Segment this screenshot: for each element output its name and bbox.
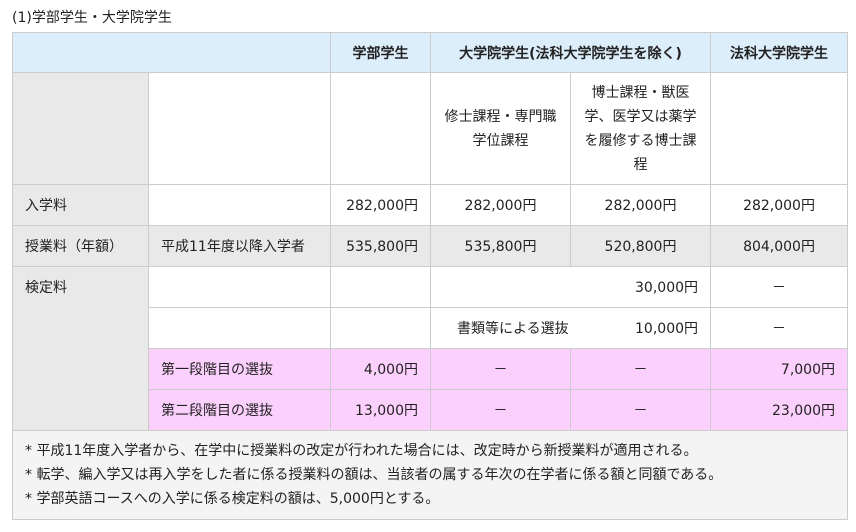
tuition-sublabel: 平成11年度以降入学者 <box>148 225 331 267</box>
subheader-blank-label <box>12 72 149 185</box>
note-item: * 転学、編入学又は再入学をした者に係る授業料の額は、当該者の属する年次の在学者… <box>25 467 723 483</box>
exam-general-undergrad <box>330 266 431 308</box>
tuition-masters: 535,800円 <box>430 225 571 267</box>
exam-documents-law: － <box>710 307 849 349</box>
admission-doctoral: 282,000円 <box>569 184 712 226</box>
admission-masters: 282,000円 <box>430 184 571 226</box>
stage2-label: 第二段階目の選抜 <box>148 389 331 431</box>
header-blank <box>12 32 331 73</box>
tuition-doctoral: 520,800円 <box>569 225 712 267</box>
section-caption: (1)学部学生・大学院学生 <box>12 10 172 26</box>
exam-documents-undergrad <box>330 307 431 349</box>
admission-undergrad: 282,000円 <box>330 184 431 226</box>
row-label-admission: 入学料 <box>12 184 149 226</box>
stage2-masters: － <box>430 389 571 431</box>
tuition-law: 804,000円 <box>710 225 849 267</box>
subheader-undergrad <box>330 72 431 185</box>
stage1-undergrad: 4,000円 <box>330 348 431 390</box>
notes-cell: * 平成11年度入学者から、在学中に授業料の改定が行われた場合には、改定時から新… <box>11 430 849 520</box>
exam-general-sublabel <box>148 266 331 308</box>
stage2-doctoral: － <box>569 389 712 431</box>
exam-documents-label: 書類等による選抜 <box>457 321 569 337</box>
stage1-label: 第一段階目の選抜 <box>148 348 331 390</box>
exam-documents-grad: 書類等による選抜 10,000円 <box>429 307 712 349</box>
fee-table: 学部学生 大学院学生(法科大学院学生を除く) 法科大学院学生 修士課程・専門職学… <box>11 32 849 520</box>
subheader-masters: 修士課程・専門職学位課程 <box>430 72 571 185</box>
stage2-law: 23,000円 <box>710 389 849 431</box>
notes-row: * 平成11年度入学者から、在学中に授業料の改定が行われた場合には、改定時から新… <box>11 430 849 520</box>
subheader-doctoral: 博士課程・獣医学、医学又は薬学を履修する博士課程 <box>569 72 712 185</box>
stage1-doctoral: － <box>569 348 712 390</box>
tuition-undergrad: 535,800円 <box>330 225 431 267</box>
note-item: * 平成11年度入学者から、在学中に授業料の改定が行われた場合には、改定時から新… <box>25 443 698 459</box>
subheader-row: 修士課程・専門職学位課程 博士課程・獣医学、医学又は薬学を履修する博士課程 <box>12 72 849 185</box>
table-row-exam-general: 検定料 30,000円 － <box>12 266 849 431</box>
admission-law: 282,000円 <box>710 184 849 226</box>
note-item: * 学部英語コースへの入学に係る検定料の額は、5,000円とする。 <box>25 491 440 507</box>
stage2-undergrad: 13,000円 <box>330 389 431 431</box>
header-grad: 大学院学生(法科大学院学生を除く) <box>429 32 712 73</box>
table-row-admission: 入学料 282,000円 282,000円 282,000円 282,000円 <box>12 184 849 226</box>
row-label-exam: 検定料 <box>12 266 149 431</box>
exam-documents-sublabel <box>148 307 331 349</box>
row-label-tuition: 授業料（年額） <box>12 225 149 267</box>
header-row: 学部学生 大学院学生(法科大学院学生を除く) 法科大学院学生 <box>12 32 849 73</box>
subheader-blank <box>148 72 331 185</box>
header-law: 法科大学院学生 <box>710 32 849 73</box>
header-undergrad: 学部学生 <box>330 32 431 73</box>
subheader-law <box>710 72 849 185</box>
stage1-law: 7,000円 <box>710 348 849 390</box>
stage1-masters: － <box>430 348 571 390</box>
admission-sublabel <box>148 184 331 226</box>
exam-general-law: － <box>710 266 849 308</box>
exam-general-grad: 30,000円 <box>429 266 712 308</box>
table-row-tuition: 授業料（年額） 平成11年度以降入学者 535,800円 535,800円 52… <box>12 225 849 267</box>
exam-documents-amount: 10,000円 <box>635 321 699 337</box>
